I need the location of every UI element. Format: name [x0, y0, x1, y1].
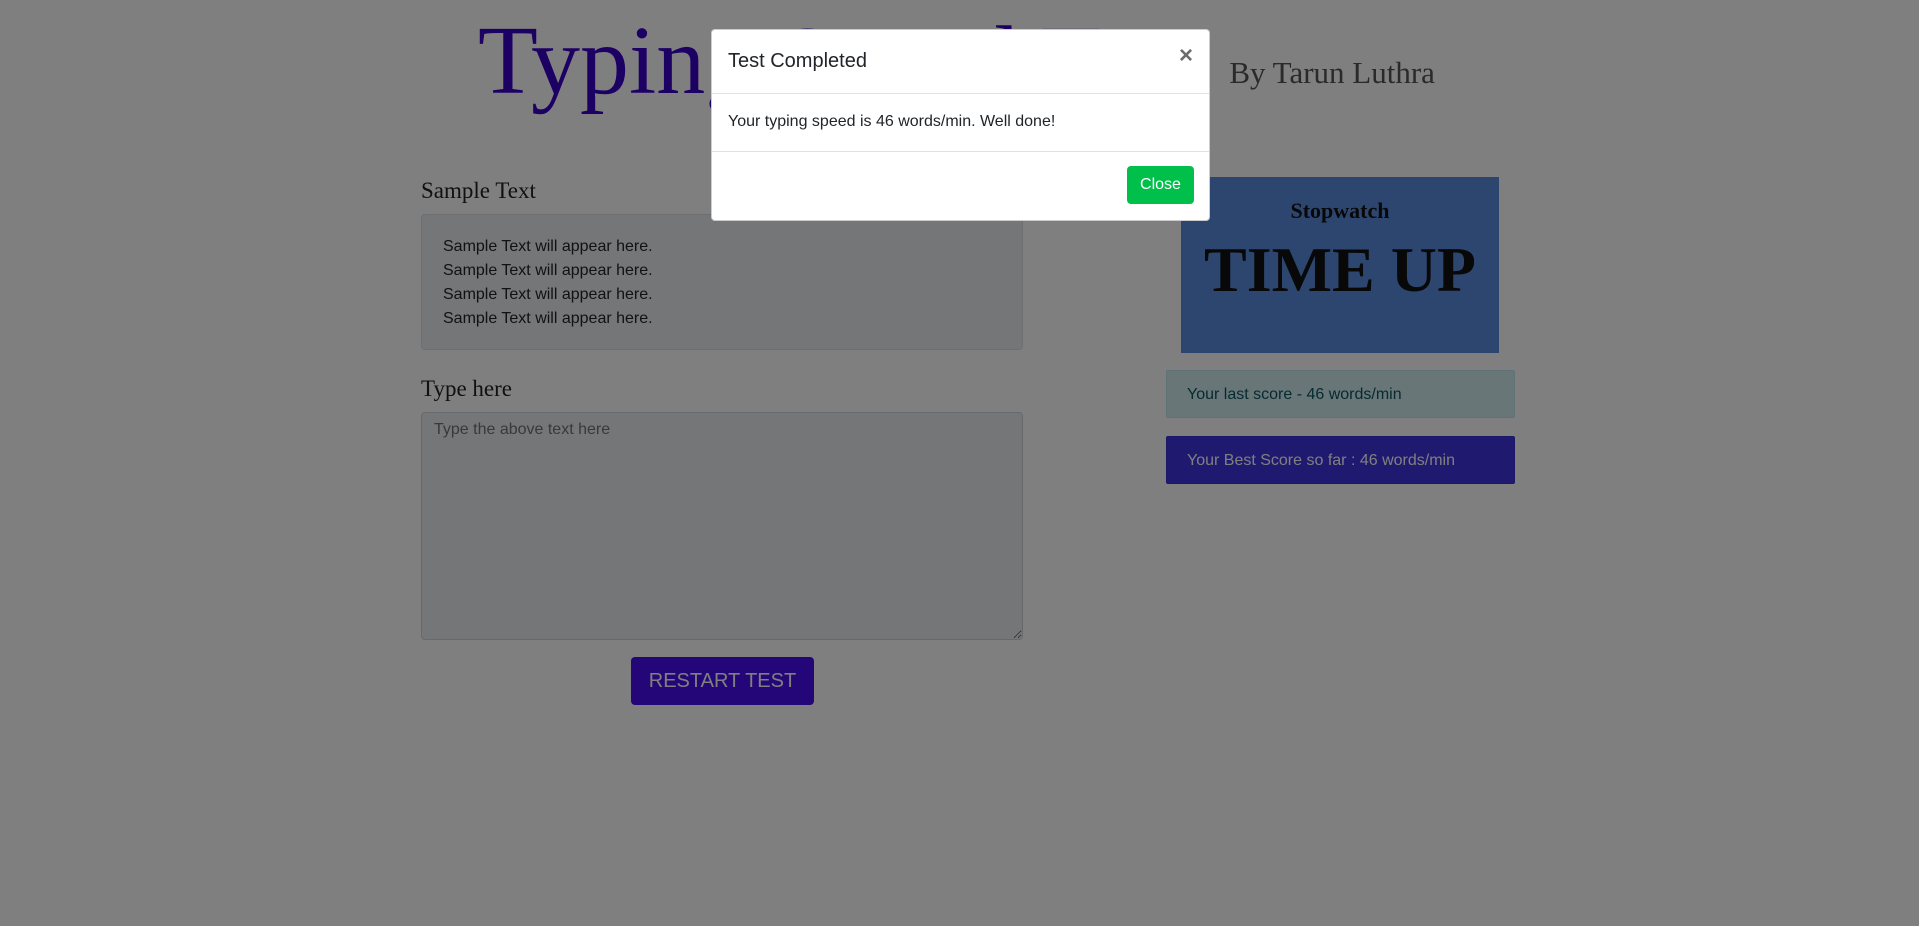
- modal-close-button[interactable]: Close: [1127, 166, 1194, 204]
- modal-body: Your typing speed is 46 words/min. Well …: [712, 94, 1209, 152]
- modal-title: Test Completed: [728, 50, 867, 72]
- modal-header: Test Completed ×: [712, 30, 1209, 94]
- modal-message: Your typing speed is 46 words/min. Well …: [728, 113, 1056, 130]
- close-icon[interactable]: ×: [1179, 44, 1193, 68]
